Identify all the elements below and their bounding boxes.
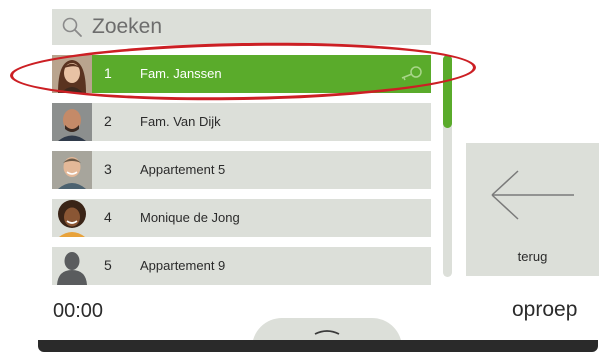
contact-name: Monique de Jong	[140, 210, 240, 225]
contact-row-2[interactable]: 2 Fam. Van Dijk	[52, 103, 431, 141]
avatar-man-icon	[52, 103, 92, 141]
back-button-label: terug	[517, 249, 548, 264]
contact-name: Appartement 9	[140, 258, 226, 273]
contact-number: 3	[104, 161, 112, 177]
search-label: Zoeken	[92, 15, 163, 38]
search-icon	[62, 17, 82, 37]
avatar-man-icon	[52, 151, 92, 189]
contact-row-4[interactable]: 4 Monique de Jong	[52, 199, 431, 237]
contact-row-3[interactable]: 3 Appartement 5	[52, 151, 431, 189]
intercom-screen: Zoeken 1 Fam. Janssen 2 Fam. Van Dijk 3 …	[0, 0, 609, 352]
contact-number: 5	[104, 257, 112, 273]
contact-name: Fam. Van Dijk	[140, 114, 221, 129]
search-bar[interactable]: Zoeken	[52, 9, 431, 45]
back-button[interactable]: terug	[466, 143, 599, 276]
contact-name: Appartement 5	[140, 162, 226, 177]
person-silhouette-icon	[52, 247, 92, 285]
arrow-left-icon	[491, 170, 574, 220]
avatar-woman-icon	[52, 199, 92, 237]
device-bezel-shadow	[38, 340, 598, 352]
contact-number: 4	[104, 209, 112, 225]
chevron-up-icon	[314, 330, 340, 335]
contact-row-5[interactable]: 5 Appartement 9	[52, 247, 431, 285]
call-timer: 00:00	[53, 300, 104, 322]
annotation-ellipse	[9, 38, 477, 105]
call-button[interactable]: oproep	[512, 298, 577, 322]
contact-number: 2	[104, 113, 112, 129]
